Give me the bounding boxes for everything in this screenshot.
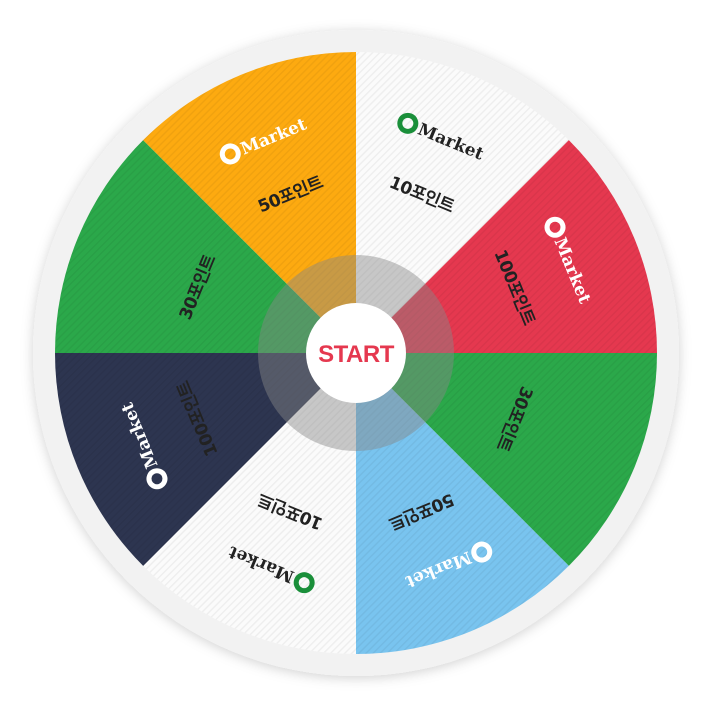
start-label[interactable]: START xyxy=(318,341,395,368)
roulette-wheel: 10포인트Market100포인트 Market30포인트50포인트Market1… xyxy=(33,30,679,676)
start-button[interactable]: START xyxy=(306,303,406,403)
roulette-game: 10포인트 Market 100포인트 Market 30포인트 50포인트 Market 1… xyxy=(0,0,712,710)
